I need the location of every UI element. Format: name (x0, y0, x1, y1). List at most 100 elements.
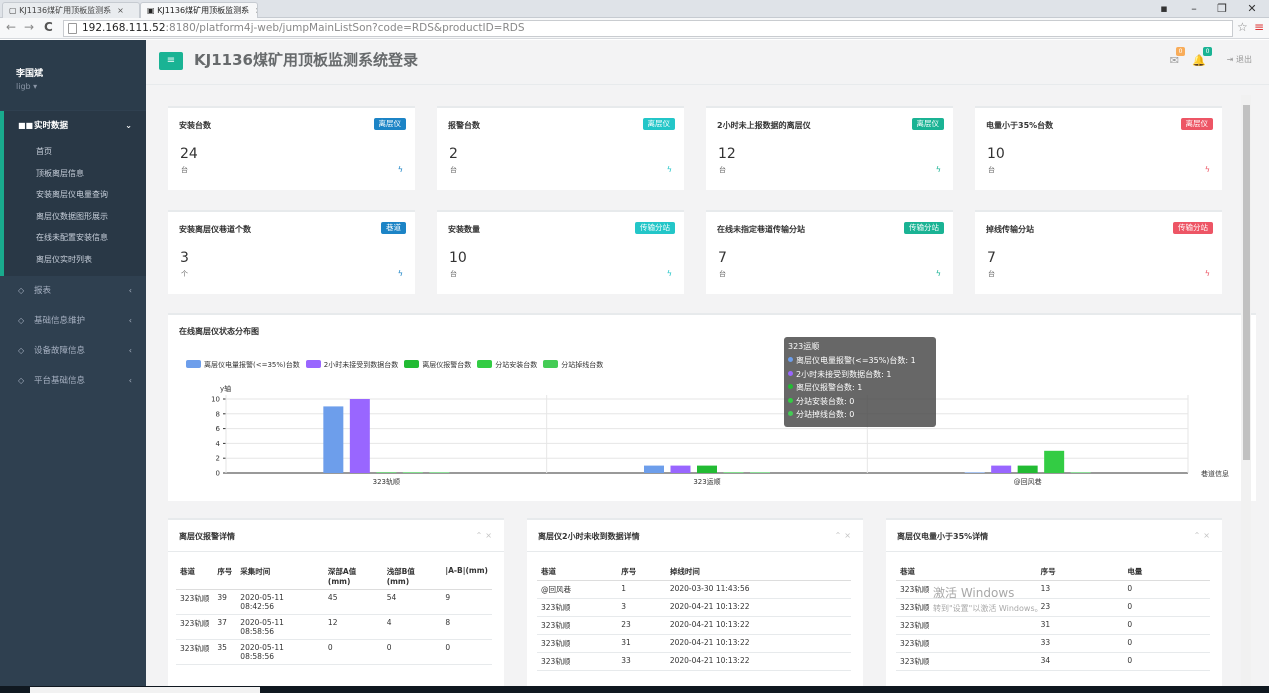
sidebar-item-label: 平台基础信息 (34, 376, 86, 386)
card-value: 10 (987, 146, 1005, 162)
table-row: 323轨顺 34 0 (896, 652, 1210, 671)
minimize-icon[interactable]: – (1180, 0, 1208, 18)
url-input[interactable]: 192.168.111.52:8180/platform4j-web/jumpM… (63, 20, 1233, 37)
sidebar-item-faults[interactable]: ◇ 设备故障信息 ‹ (0, 336, 146, 366)
top-navbar: ≡ KJ1136煤矿用顶板监测系统登录 ✉ 0 🔔 0 ⇥ 退出 (146, 40, 1269, 85)
user-name: 李国斌 (16, 69, 44, 79)
diamond-icon: ◇ (18, 376, 25, 385)
collapse-close-icons[interactable]: ⌃× (835, 531, 854, 540)
sidebar-item-realtime-list[interactable]: 离层仪实时列表 (4, 249, 146, 271)
table-cell: 13 (1036, 580, 1124, 599)
sidebar-item-basic-info[interactable]: ◇ 基础信息维护 ‹ (0, 306, 146, 336)
url-path: :8180/platform4j-web/jumpMainListSon?cod… (165, 22, 525, 34)
chart-tooltip: 323运顺 离层仪电量报警(<=35%)台数: 1 2小时未接受到数据台数: 1离… (784, 337, 936, 427)
scrollbar-thumb[interactable] (1243, 105, 1250, 460)
table-cell: 4 (382, 614, 442, 640)
sidebar-item-label: 报表 (34, 286, 52, 296)
collapse-close-icons[interactable]: ⌃× (476, 531, 495, 540)
bolt-icon: ϟ (666, 165, 672, 174)
collapse-close-icons[interactable]: ⌃× (1194, 531, 1213, 540)
tooltip-row: 分站安装台数: 0 (788, 395, 932, 409)
bar (376, 472, 397, 473)
close-icon[interactable]: × (117, 6, 124, 15)
panel-title: 离层仪报警详情 (179, 532, 235, 541)
logout-link[interactable]: ⇥ 退出 (1227, 54, 1252, 65)
table-cell: 323轨顺 (537, 616, 618, 635)
bar (349, 399, 370, 473)
browser-tab-2[interactable]: ▣ KJ1136煤矿用顶板监测系 × (140, 2, 258, 18)
chart-svg: y轴 0 2 4 6 8 10 323轨顺 323运顺 @回风巷 巷道信息 (211, 384, 1229, 486)
sidebar-item-label: 设备故障信息 (34, 346, 86, 356)
battery-table: 巷道 序号 电量 323轨顺 13 0 323轨顺 23 0 323轨顺 31 0 323轨顺 33 0 32… (896, 563, 1210, 671)
tooltip-dot (788, 397, 793, 403)
x-tick-label: @回风巷 (1014, 478, 1042, 486)
card-label-badge: 传输分站 (1173, 222, 1213, 234)
bookmark-star-icon[interactable]: ☆ (1237, 20, 1248, 34)
card-unit: 台 (719, 166, 726, 174)
x-tick-label: 323运顺 (693, 478, 720, 486)
table-cell: 12 (323, 614, 383, 640)
bar (670, 465, 691, 473)
forward-icon[interactable]: → (24, 20, 34, 34)
table-cell: 33 (1036, 634, 1124, 653)
y-tick-label: 0 (216, 470, 220, 478)
table-cell: 323轨顺 (896, 652, 1037, 671)
sidebar-group-platform: ◇ 平台基础信息 ‹ (0, 366, 146, 396)
restore-icon[interactable]: ❐ (1208, 0, 1236, 18)
browser-menu-icon[interactable]: ≡ (1254, 20, 1264, 34)
card-label-badge: 离层仪 (911, 118, 944, 130)
menu-toggle-button[interactable]: ≡ (159, 52, 183, 70)
taskbar (0, 686, 1269, 693)
profile-icon[interactable]: ▪ (1150, 0, 1178, 18)
taskbar-button[interactable] (30, 687, 260, 693)
table-cell: 8 (441, 614, 492, 640)
sidebar-item-graph-display[interactable]: 离层仪数据图形展示 (4, 206, 146, 228)
sidebar: 李国斌 ligb ▾ ■■实时数据 ⌄ 首页 顶板离层信息 安装离层仪电量查询 离… (0, 40, 146, 693)
tooltip-text: 离层仪电量报警(<=35%)台数: 1 (796, 356, 916, 365)
sidebar-item-realtime-data[interactable]: ■■实时数据 ⌄ (4, 111, 146, 141)
bar (750, 472, 770, 473)
table-row: @回风巷 1 2020-03-30 11:43:56 (537, 580, 851, 599)
stat-card: 掉线传输分站 传输分站 7 台 ϟ (975, 210, 1222, 294)
logout-label: 退出 (1236, 55, 1252, 64)
sidebar-item-roof-separation[interactable]: 顶板离层信息 (4, 163, 146, 185)
sidebar-group-reports: ◇ 报表 ‹ (0, 276, 146, 306)
stat-card: 安装离层仪巷道个数 巷道 3 个 ϟ (168, 210, 415, 294)
card-title: 在线未指定巷道传输分站 (717, 225, 805, 234)
card-value: 7 (987, 250, 996, 266)
page-scrollbar[interactable] (1241, 95, 1251, 693)
close-window-icon[interactable]: ✕ (1238, 0, 1266, 18)
close-icon[interactable]: × (255, 6, 257, 15)
card-unit: 台 (181, 166, 188, 174)
chevron-left-icon: ‹ (128, 346, 132, 355)
sidebar-item-home[interactable]: 首页 (4, 141, 146, 163)
sidebar-item-reports[interactable]: ◇ 报表 ‹ (0, 276, 146, 306)
browser-tab-1[interactable]: ▢ KJ1136煤矿用顶板监测系 × (2, 2, 140, 18)
table-cell: 34 (1036, 652, 1124, 671)
user-login-dropdown[interactable]: ligb ▾ (16, 82, 146, 91)
table-cell: 323轨顺 (176, 614, 214, 640)
table-cell: 323轨顺 (896, 634, 1037, 653)
table-header: 电量 (1123, 563, 1210, 581)
reload-icon[interactable]: C (44, 20, 53, 34)
tooltip-text: 2小时未接受到数据台数: 1 (796, 369, 892, 379)
bell-icon[interactable]: 🔔 0 (1192, 47, 1212, 67)
table-cell: 23 (617, 616, 666, 635)
table-header: 序号 (617, 563, 666, 581)
table-cell: 2020-04-21 10:13:22 (665, 616, 851, 635)
sidebar-group-realtime: ■■实时数据 ⌄ 首页 顶板离层信息 安装离层仪电量查询 离层仪数据图形展示 在线… (0, 111, 146, 276)
mail-icon[interactable]: ✉ 0 (1170, 47, 1185, 67)
card-title: 安装台数 (179, 121, 211, 130)
card-value: 12 (718, 146, 736, 162)
y-axis-label: y轴 (220, 384, 231, 393)
table-cell: 1 (617, 580, 666, 599)
table-cell: 54 (382, 589, 442, 615)
sidebar-item-platform[interactable]: ◇ 平台基础信息 ‹ (0, 366, 146, 396)
back-icon[interactable]: ← (6, 20, 16, 34)
table-cell: @回风巷 (537, 580, 618, 599)
alarm-detail-panel: 离层仪报警详情 ⌃× 巷道 序号 采集时间 深部A值(mm) 浅部B值(mm) |A-B|(… (168, 518, 504, 693)
bar (991, 465, 1012, 473)
sidebar-item-battery-query[interactable]: 安装离层仪电量查询 (4, 184, 146, 206)
sidebar-item-unconfigured[interactable]: 在线未配置安装信息 (4, 227, 146, 249)
stat-card: 电量小于35%台数 离层仪 10 台 ϟ (975, 106, 1222, 190)
